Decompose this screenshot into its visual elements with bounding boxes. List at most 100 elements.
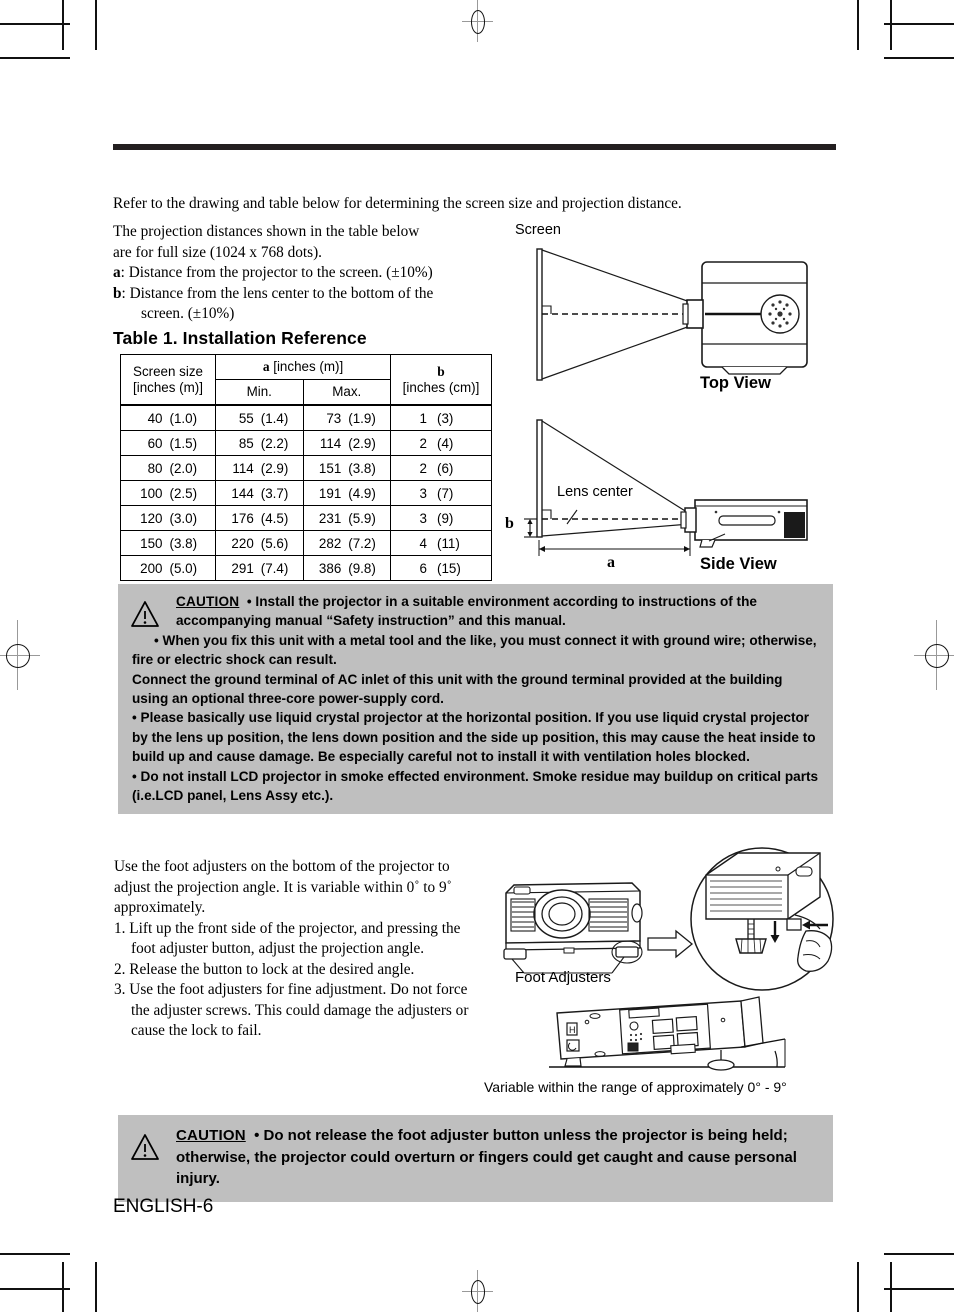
header-screen-size-line1: Screen size [133, 364, 203, 379]
note-a-text: : Distance from the projector to the scr… [120, 264, 433, 281]
warning-triangle-icon [131, 601, 159, 627]
note-line-1: The projection distances shown in the ta… [113, 223, 420, 240]
variable-range-caption: Variable within the range of approximate… [484, 1079, 787, 1095]
cell-min: 291 (7.4) [215, 555, 304, 581]
header-max: Max. [302, 379, 391, 406]
cell-b: 3 (9) [390, 505, 492, 531]
cell-min: 85 (2.2) [215, 430, 304, 456]
table-row: 40 (1.0) 55 (1.4) 73 (1.9) 1 (3) [120, 404, 492, 431]
table-row: 100 (2.5) 144 (3.7) 191 (4.9) 3 (7) [120, 480, 492, 506]
header-a-group: a [inches (m)] [215, 354, 391, 380]
page-footer: ENGLISH-6 [113, 1196, 214, 1217]
cell-min: 220 (5.6) [215, 530, 304, 556]
dimension-a-label: a [607, 554, 615, 571]
cell-max: 231 (5.9) [302, 505, 391, 531]
table-title: Table 1. Installation Reference [113, 328, 367, 348]
table-row: 150 (3.8) 220 (5.6) 282 (7.2) 4 (11) [120, 530, 492, 556]
table-row: 80 (2.0) 114 (2.9) 151 (3.8) 2 (6) [120, 455, 492, 481]
cell-min: 55 (1.4) [215, 404, 304, 431]
cell-b: 2 (6) [390, 455, 492, 481]
caution-label-bottom: CAUTION [176, 1127, 246, 1144]
cell-max: 73 (1.9) [302, 404, 391, 431]
installation-reference-table: Screen size [inches (m)] a [inches (m)] … [120, 354, 492, 581]
caution-top-p1-text: • Install the projector in a suitable en… [176, 594, 757, 629]
caution-box-top: CAUTION • Install the projector in a sui… [118, 584, 833, 815]
header-a-symbol: a [262, 359, 270, 375]
caution-top-p1: CAUTION • Install the projector in a sui… [132, 592, 821, 631]
intro-paragraph: Refer to the drawing and table below for… [113, 195, 682, 212]
header-b-units: [inches (cm)] [402, 379, 480, 395]
foot-adjuster-instructions: Use the foot adjusters on the bottom of … [114, 857, 484, 1042]
table-row: 200 (5.0) 291 (7.4) 386 (9.8) 6 (15) [120, 555, 492, 581]
foot-adjusters-label: Foot Adjusters [515, 969, 611, 986]
cell-screen-size: 200 (5.0) [120, 555, 216, 581]
top-view-diagram: Screen Top View [497, 222, 842, 402]
note-b-cont: screen. (±10%) [141, 305, 235, 322]
cell-screen-size: 40 (1.0) [120, 404, 216, 431]
caution-top-p4: • Please basically use liquid crystal pr… [132, 710, 816, 765]
cell-screen-size: 120 (3.0) [120, 505, 216, 531]
side-view-illustration [524, 419, 808, 556]
cell-max: 386 (9.8) [302, 555, 391, 581]
screen-label: Screen [515, 222, 561, 238]
table-header-row-1: Screen size [inches (m)] a [inches (m)] … [120, 354, 492, 406]
cell-b: 3 (7) [390, 480, 492, 506]
caution-bottom-p1-text: • Do not release the foot adjuster butto… [176, 1127, 797, 1187]
note-line-2: are for full size (1024 x 768 dots). [113, 243, 323, 261]
instructions-intro: Use the foot adjusters on the bottom of … [114, 858, 452, 916]
header-screen-size-line2: [inches (m)] [133, 379, 203, 395]
svg-text:H: H [569, 1025, 576, 1035]
cell-max: 191 (4.9) [302, 480, 391, 506]
lens-center-label: Lens center [557, 484, 633, 500]
cell-b: 6 (15) [390, 555, 492, 581]
instruction-step-1: 1. Lift up the front side of the project… [114, 919, 461, 958]
caution-top-inner: CAUTION • Install the projector in a sui… [118, 584, 833, 814]
cell-b: 2 (4) [390, 430, 492, 456]
caution-label-top: CAUTION [176, 594, 240, 609]
note-b: b: Distance from the lens center to the … [113, 284, 505, 305]
symbol-a: a [113, 264, 121, 281]
caution-top-p3: Connect the ground terminal of AC inlet … [132, 671, 783, 707]
header-rule [113, 144, 836, 150]
tilt-angle-diagram: H [545, 995, 840, 1075]
projection-distance-notes: The projection distances shown in the ta… [113, 222, 505, 325]
table-head: Screen size [inches (m)] a [inches (m)] … [120, 354, 492, 406]
cell-screen-size: 150 (3.8) [120, 530, 216, 556]
cell-screen-size: 60 (1.5) [120, 430, 216, 456]
instruction-step-2: 2. Release the button to lock at the des… [114, 960, 415, 978]
top-view-label: Top View [700, 374, 771, 392]
cell-min: 144 (3.7) [215, 480, 304, 506]
instruction-step-3: 3. Use the foot adjusters for fine adjus… [114, 981, 469, 1039]
cell-max: 151 (3.8) [302, 455, 391, 481]
caution-box-bottom: CAUTION • Do not release the foot adjust… [118, 1115, 833, 1202]
cell-screen-size: 100 (2.5) [120, 480, 216, 506]
cell-max: 114 (2.9) [302, 430, 391, 456]
table-body: 40 (1.0) 55 (1.4) 73 (1.9) 1 (3) 60 (1.5) 85 (2.2) 1… [120, 404, 492, 581]
page-content: Refer to the drawing and table below for… [0, 0, 954, 1312]
header-min: Min. [215, 379, 304, 406]
caution-bottom-p1: CAUTION • Do not release the foot adjust… [132, 1125, 821, 1190]
table-row: 120 (3.0) 176 (4.5) 231 (5.9) 3 (9) [120, 505, 492, 531]
caution-bottom-inner: CAUTION • Do not release the foot adjust… [118, 1115, 833, 1202]
header-screen-size: Screen size [inches (m)] [120, 354, 216, 406]
cell-min: 176 (4.5) [215, 505, 304, 531]
note-a: a: Distance from the projector to the sc… [113, 263, 505, 284]
installation-reference-table-wrap: Screen size [inches (m)] a [inches (m)] … [120, 354, 492, 581]
side-view-diagram: Lens center b a Side View [497, 402, 842, 582]
caution-top-p5: • Do not install LCD projector in smoke … [132, 768, 819, 804]
dimension-b-label: b [505, 515, 514, 532]
cell-b: 4 (11) [390, 530, 492, 556]
caution-top-p2: • When you fix this unit with a metal to… [132, 632, 817, 668]
header-b-symbol: b [437, 364, 445, 379]
side-view-label: Side View [700, 555, 777, 573]
top-view-illustration [536, 248, 808, 381]
symbol-b: b [113, 284, 122, 302]
header-b-group: b [inches (cm)] [390, 354, 492, 406]
note-b-text: : Distance from the lens center to the b… [121, 284, 434, 302]
table-row: 60 (1.5) 85 (2.2) 114 (2.9) 2 (4) [120, 430, 492, 456]
header-a-units: [inches (m)] [269, 359, 344, 375]
cell-b: 1 (3) [390, 404, 492, 431]
cell-screen-size: 80 (2.0) [120, 455, 216, 481]
warning-triangle-icon-bottom [131, 1134, 159, 1160]
cell-min: 114 (2.9) [215, 455, 304, 481]
